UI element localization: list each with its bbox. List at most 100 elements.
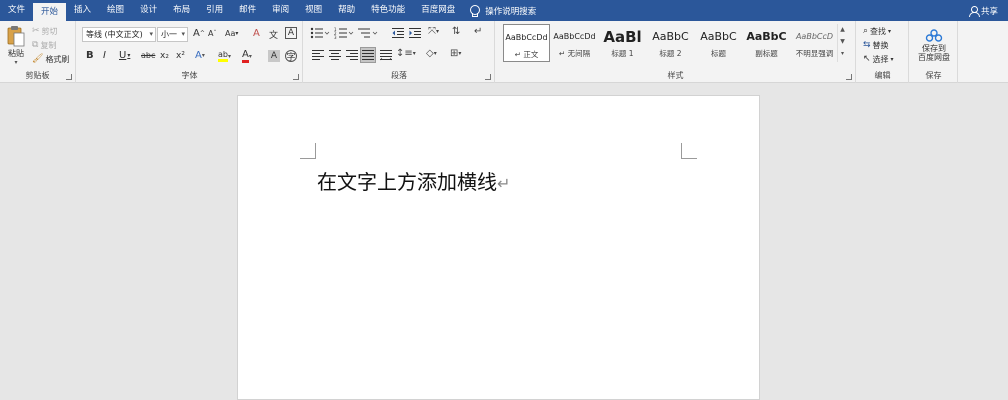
find-button[interactable]: ⌕ 查找 ▾ (863, 24, 891, 38)
font-size-value: 小一 (161, 30, 177, 39)
chevron-down-icon: ▾ (149, 30, 153, 38)
change-case-icon: Aa (225, 29, 236, 38)
group-save: 保存到 百度网盘 保存 (910, 21, 958, 83)
clear-format-button[interactable]: A (253, 28, 260, 39)
phonetic-guide-button[interactable]: 文 (269, 28, 278, 41)
copy-button[interactable]: ⧉ 复制 (32, 38, 56, 52)
justify-button[interactable] (360, 47, 376, 63)
save-to-baidu-button[interactable]: 保存到 百度网盘 (912, 25, 956, 65)
enclose-char-button[interactable]: 字 (285, 50, 297, 63)
style-subtitle[interactable]: AaBbC 副标题 (743, 24, 790, 62)
format-painter-button[interactable]: 🖌 格式刷 (32, 52, 69, 66)
change-case-button[interactable]: Aa ▾ (225, 29, 238, 38)
tab-draw[interactable]: 绘图 (99, 0, 132, 21)
group-clipboard: 粘贴 ▾ ✂ 剪切 ⧉ 复制 🖌 格式刷 剪贴板 (0, 21, 76, 83)
borders-button[interactable]: ⊞ ▾ (450, 48, 461, 59)
shrink-font-button[interactable]: Aˇ (208, 29, 216, 38)
sort-button[interactable]: ⇅ (452, 26, 460, 37)
style-subtle-emphasis[interactable]: AaBbCcD 不明显强调 (791, 24, 838, 62)
paint-bucket-icon: ◇ (426, 48, 434, 59)
font-launcher-icon[interactable] (293, 74, 299, 80)
numbering-icon[interactable]: 1 2 3 (334, 27, 354, 39)
bullets-icon[interactable] (310, 27, 330, 39)
scroll-down-icon[interactable]: ▼ (838, 36, 847, 48)
copy-icon: ⧉ (32, 40, 39, 50)
align-left-icon[interactable] (312, 50, 324, 61)
paste-button[interactable]: 粘贴 ▾ (3, 23, 29, 67)
share-button[interactable]: 共享 (968, 0, 998, 21)
tell-me-label: 操作说明搜索 (485, 6, 537, 17)
tab-insert[interactable]: 插入 (66, 0, 99, 21)
style-heading-1[interactable]: AaBl 标题 1 (599, 24, 646, 62)
char-shading-button[interactable]: A (268, 50, 280, 62)
char-border-icon: A (287, 28, 295, 38)
italic-button[interactable]: I (103, 50, 106, 61)
styles-launcher-icon[interactable] (846, 74, 852, 80)
paragraph-launcher-icon[interactable] (485, 74, 491, 80)
char-border-button[interactable]: A (285, 27, 297, 39)
tab-help[interactable]: 帮助 (330, 0, 363, 21)
select-button[interactable]: ↖ 选择 ▾ (863, 52, 894, 66)
chinese-layout-button[interactable]: ⤧ ▾ (428, 26, 439, 37)
align-center-icon[interactable] (329, 50, 341, 61)
style-no-spacing-sample: AaBbCcDd (553, 32, 596, 41)
clear-format-icon: A (253, 28, 260, 39)
distributed-icon[interactable] (380, 50, 392, 61)
decrease-indent-icon[interactable] (392, 27, 405, 39)
font-color-button[interactable]: A ▾ (242, 50, 252, 63)
scissors-icon: ✂ (32, 26, 40, 36)
tab-home[interactable]: 开始 (33, 3, 67, 21)
tab-layout[interactable]: 布局 (165, 0, 198, 21)
text-effects-button[interactable]: A ▾ (195, 50, 205, 61)
highlight-button[interactable]: ab ▾ (218, 50, 231, 62)
tell-me-search[interactable]: 操作说明搜索 (469, 4, 537, 17)
underline-button[interactable]: U ▾ (119, 50, 130, 61)
subscript-icon: x₂ (160, 51, 169, 61)
scroll-up-icon[interactable]: ▲ (838, 24, 847, 36)
paste-dropdown-icon[interactable]: ▾ (14, 59, 17, 66)
document-body-text[interactable]: 在文字上方添加横线↵ (317, 166, 510, 195)
font-family-value: 等线 (中文正文) (86, 30, 143, 39)
style-no-spacing[interactable]: AaBbCcDd ↵ 无间隔 (551, 24, 598, 62)
multilevel-list-icon[interactable] (358, 27, 378, 39)
tab-baidu-netdisk[interactable]: 百度网盘 (413, 0, 463, 21)
strikethrough-button[interactable]: abc (141, 51, 155, 60)
replace-button[interactable]: ⇆ 替换 (863, 38, 889, 52)
line-spacing-button[interactable]: ↕≡ ▾ (396, 48, 416, 59)
style-heading-2[interactable]: AaBbC 标题 2 (647, 24, 694, 62)
search-icon: ⌕ (863, 26, 869, 36)
subscript-button[interactable]: x₂ (160, 51, 169, 61)
document-page[interactable]: 在文字上方添加横线↵ (237, 95, 760, 400)
style-normal[interactable]: AaBbCcDd ↵ 正文 (503, 24, 550, 62)
strikethrough-icon: abc (141, 51, 156, 60)
bold-button[interactable]: B (86, 50, 94, 61)
sort-icon: ⇅ (452, 26, 461, 37)
cut-button[interactable]: ✂ 剪切 (32, 24, 58, 38)
gallery-more-icon[interactable]: ▾ (838, 48, 847, 60)
font-size-combo[interactable]: 小一 ▾ (157, 27, 188, 42)
shading-button[interactable]: ◇ ▾ (426, 48, 437, 59)
style-heading-2-sample: AaBbC (652, 30, 689, 43)
share-label: 共享 (980, 6, 998, 17)
grow-font-button[interactable]: A ^ (193, 28, 205, 39)
tab-mailings[interactable]: 邮件 (231, 0, 264, 21)
tab-view[interactable]: 视图 (297, 0, 330, 21)
italic-icon: I (103, 50, 106, 61)
clipboard-launcher-icon[interactable] (66, 74, 72, 80)
tab-references[interactable]: 引用 (198, 0, 231, 21)
group-editing: ⌕ 查找 ▾ ⇆ 替换 ↖ 选择 ▾ 编辑 (857, 21, 909, 83)
tab-file[interactable]: 文件 (0, 0, 33, 21)
superscript-button[interactable]: x² (176, 51, 185, 61)
font-family-combo[interactable]: 等线 (中文正文) ▾ (82, 27, 156, 42)
increase-indent-icon[interactable] (409, 27, 422, 39)
group-font: 等线 (中文正文) ▾ 小一 ▾ A ^ Aˇ Aa ▾ A 文 A B I U ▾ … (77, 21, 303, 83)
tab-features[interactable]: 特色功能 (363, 0, 413, 21)
show-marks-button[interactable]: ↵ (474, 26, 482, 37)
style-title[interactable]: AaBbC 标题 (695, 24, 742, 62)
copy-label: 复制 (40, 40, 57, 50)
font-group-label: 字体 (181, 71, 198, 80)
align-right-icon[interactable] (346, 50, 358, 61)
cursor-icon: ↖ (863, 54, 871, 64)
tab-review[interactable]: 审阅 (264, 0, 297, 21)
tab-design[interactable]: 设计 (132, 0, 165, 21)
